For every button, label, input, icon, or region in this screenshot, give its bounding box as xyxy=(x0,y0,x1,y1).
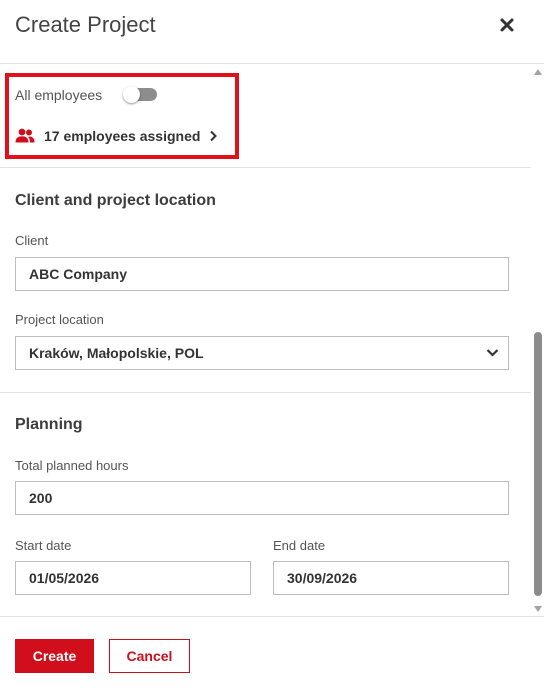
scrollbar[interactable] xyxy=(531,65,544,616)
employees-assigned-text: 17 employees assigned xyxy=(44,128,201,144)
chevron-down-icon xyxy=(486,349,499,357)
start-date-label: Start date xyxy=(15,538,72,553)
dialog-footer: Create Cancel xyxy=(0,616,544,688)
cancel-button[interactable]: Cancel xyxy=(109,639,190,673)
end-date-input[interactable]: 30/09/2026 xyxy=(273,561,509,595)
people-icon xyxy=(15,128,35,143)
all-employees-toggle[interactable] xyxy=(123,86,157,103)
close-button[interactable] xyxy=(496,14,518,36)
dialog-title: Create Project xyxy=(15,12,156,37)
total-planned-hours-label: Total planned hours xyxy=(15,458,129,473)
scroll-down-arrow[interactable] xyxy=(534,606,542,612)
start-date-input[interactable]: 01/05/2026 xyxy=(15,561,251,595)
divider xyxy=(0,392,531,393)
project-location-select[interactable]: Kraków, Małopolskie, POL xyxy=(15,336,509,370)
toggle-knob xyxy=(123,86,140,103)
employees-assigned-link[interactable]: 17 employees assigned xyxy=(15,125,218,147)
create-button[interactable]: Create xyxy=(15,639,94,673)
project-location-label: Project location xyxy=(15,312,104,327)
project-location-value: Kraków, Małopolskie, POL xyxy=(29,345,204,361)
end-date-label: End date xyxy=(273,538,326,553)
all-employees-label: All employees xyxy=(15,87,103,103)
client-input[interactable]: ABC Company xyxy=(15,257,509,291)
chevron-right-icon xyxy=(210,130,218,142)
close-icon xyxy=(500,18,514,32)
dialog-header: Create Project xyxy=(0,0,544,64)
scroll-thumb[interactable] xyxy=(534,332,542,596)
client-label: Client xyxy=(15,233,49,248)
planning-section-title: Planning xyxy=(15,416,83,433)
divider xyxy=(0,167,531,168)
total-planned-hours-input[interactable]: 200 xyxy=(15,481,509,515)
scroll-up-arrow[interactable] xyxy=(534,69,542,75)
dialog-body: All employees 17 employees assigned Clie… xyxy=(0,65,531,616)
client-section-title: Client and project location xyxy=(15,192,216,209)
